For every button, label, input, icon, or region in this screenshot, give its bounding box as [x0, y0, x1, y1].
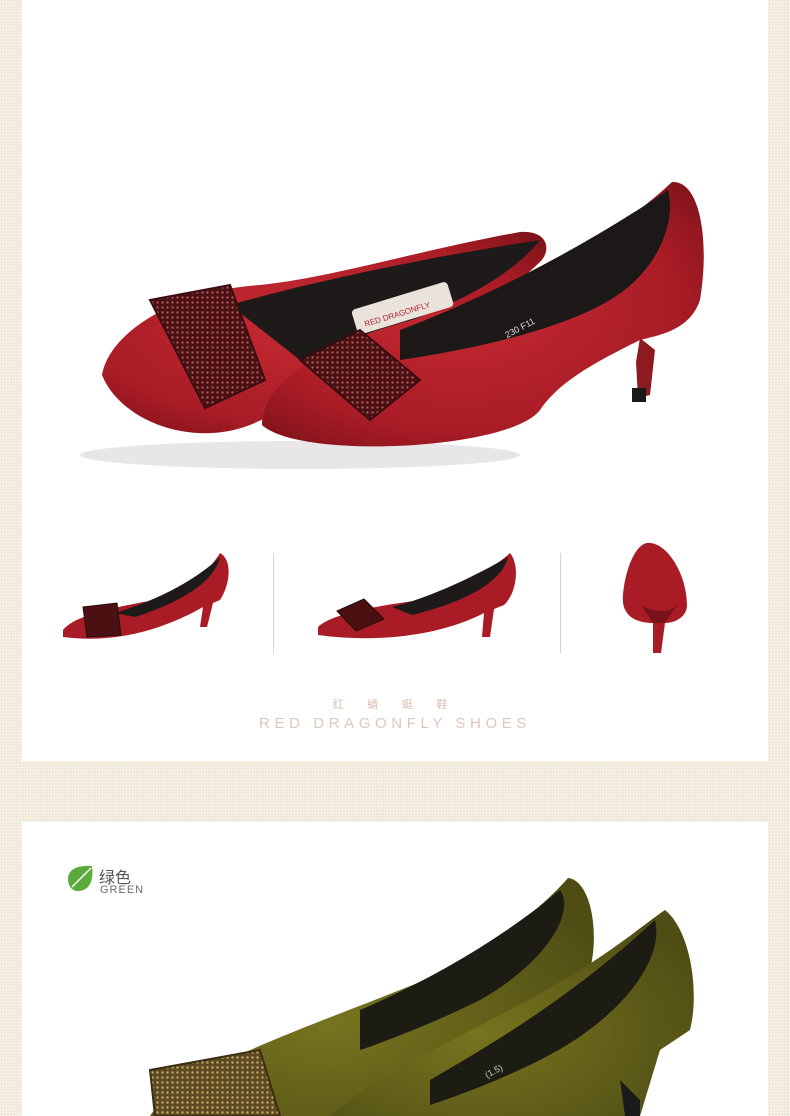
- red-shoes-main-image: RED DRAGONFLY 230 F11: [80, 181, 704, 469]
- brand-name-english: RED DRAGONFLY SHOES: [259, 715, 531, 732]
- brand-name-chinese: 红 蜻 蜓 鞋: [332, 698, 458, 711]
- green-shoes-image: (1.5): [148, 878, 694, 1116]
- thumbnail-side-view[interactable]: [55, 545, 240, 660]
- thumbnail-divider: [560, 553, 561, 653]
- thumbnail-angle-view[interactable]: [312, 545, 522, 660]
- thumbnail-back-view[interactable]: [605, 535, 705, 660]
- thumbnail-divider: [273, 553, 274, 653]
